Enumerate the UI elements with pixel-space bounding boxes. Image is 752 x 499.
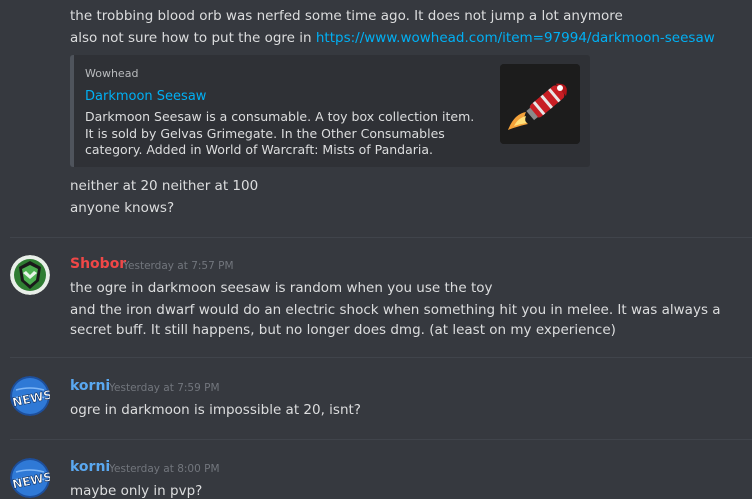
message-text: also not sure how to put the ogre in htt…	[70, 28, 715, 48]
darkmoon-seesaw-rocket-icon[interactable]	[500, 64, 580, 144]
message-text: the ogre in darkmoon seesaw is random wh…	[70, 280, 493, 296]
username-korni[interactable]: korni	[70, 378, 110, 394]
message-text: the trobbing blood orb was nerfed some t…	[70, 8, 623, 24]
shobor-shield-avatar[interactable]	[10, 255, 50, 295]
username-korni[interactable]: korni	[70, 459, 110, 475]
message-timestamp[interactable]: Yesterday at 7:57 PM	[123, 260, 234, 272]
message-text: neither at 20 neither at 100	[70, 178, 259, 194]
embed-provider: Wowhead	[85, 67, 139, 80]
news-globe-avatar[interactable]: NEWS	[10, 376, 50, 416]
embed-description: Darkmoon Seesaw is a consumable. A toy b…	[85, 109, 475, 157]
wowhead-link[interactable]: https://www.wowhead.com/item=97994/darkm…	[316, 30, 715, 46]
message-text: anyone knows?	[70, 200, 175, 216]
message-divider	[10, 237, 752, 238]
message-text: maybe only in pvp?	[70, 483, 203, 499]
message-divider	[10, 357, 752, 358]
message-divider	[10, 439, 752, 440]
message-timestamp[interactable]: Yesterday at 7:59 PM	[109, 382, 220, 394]
message-text-prefix: also not sure how to put the ogre in	[70, 30, 316, 46]
message-text: ogre in darkmoon is impossible at 20, is…	[70, 402, 361, 418]
message-timestamp[interactable]: Yesterday at 8:00 PM	[109, 463, 220, 475]
link-embed: Wowhead Darkmoon Seesaw Darkmoon Seesaw …	[70, 55, 590, 167]
news-globe-avatar[interactable]: NEWS	[10, 458, 50, 498]
embed-title-link[interactable]: Darkmoon Seesaw	[85, 89, 206, 104]
username-shobor[interactable]: Shobor	[70, 256, 126, 272]
message-text: and the iron dwarf would do an electric …	[70, 302, 721, 338]
